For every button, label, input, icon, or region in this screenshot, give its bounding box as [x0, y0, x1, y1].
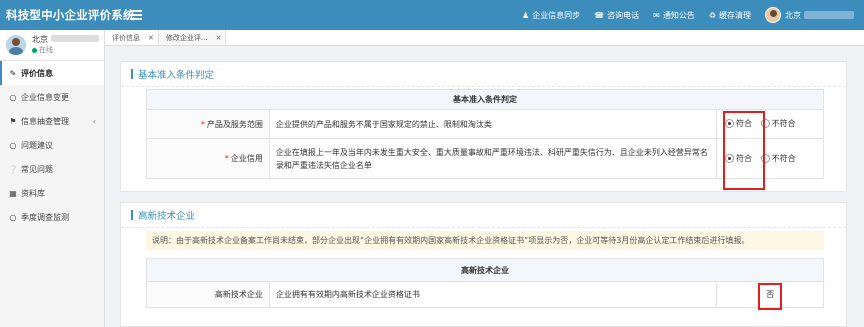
edit-icon: ✎: [9, 68, 17, 78]
tab-edit-company-evaluation[interactable]: 修改企业评... ✕: [158, 30, 227, 45]
app-title: 科技型中小企业评价系统: [6, 8, 135, 22]
chevron-left-icon: ‹: [92, 116, 96, 126]
close-icon[interactable]: ✕: [148, 34, 154, 42]
sidebar-item-label: 问题建议: [21, 140, 53, 150]
redacted-name: [804, 11, 854, 19]
top-header: 科技型中小企业评价系统 ♟ 企业信息同步 ☎ 咨询电话 ✉ 通知公告 ♻ 缓存清…: [0, 0, 864, 30]
notice-label: 通知公告: [662, 10, 695, 20]
avatar: [765, 7, 781, 23]
sidebar-item-label: 企业信息变更: [21, 92, 69, 102]
high-tech-value: 否: [716, 281, 824, 308]
tab-label: 评价信息: [112, 33, 140, 42]
sidebar-item-label: 评价信息: [21, 68, 53, 78]
sidebar-item-label: 资料库: [21, 188, 45, 198]
section-title: 基本准入条件判定: [138, 70, 215, 81]
user-name: 北京: [785, 10, 801, 20]
sidebar-item-label: 季度调查监测: [21, 212, 69, 222]
question-icon: ❔: [8, 164, 18, 174]
radio-unchecked-icon: [760, 119, 770, 128]
section-bar: [131, 210, 133, 220]
row-description: 企业在填报上一年及当年内未发生重大安全、重大质量事故和严重环境违法、科研严重失信…: [268, 138, 718, 179]
radio-label: 不符合: [771, 119, 796, 128]
section-title: 高新技术企业: [138, 211, 196, 222]
menu-toggle-icon[interactable]: [130, 10, 142, 20]
required-mark: *: [200, 119, 205, 129]
table-header: 高新技术企业: [146, 258, 824, 282]
top-nav: ♟ 企业信息同步 ☎ 咨询电话 ✉ 通知公告 ♻ 缓存清理 北京: [522, 0, 864, 30]
tab-evaluation-info[interactable]: 评价信息 ✕: [105, 30, 159, 45]
radio-label: 符合: [736, 119, 753, 128]
table-row: * 企业信用 企业在填报上一年及当年内未发生重大安全、重大质量事故和严重环境违法、…: [146, 138, 824, 179]
chat-icon: ○: [9, 140, 17, 150]
table-header: 基本准入条件判定: [146, 89, 824, 110]
table-row: * 产品及服务范围 企业提供的产品和服务不属于国家规定的禁止、限制和淘汰类 符合 …: [146, 109, 824, 139]
radio-checked-icon: [725, 153, 735, 163]
row-description: 企业拥有有效期内高新技术企业资格证书: [268, 281, 718, 308]
radio-not-comply[interactable]: 不符合: [760, 118, 796, 129]
section-bar: [131, 69, 133, 79]
sidebar-item-label: 常见问题: [21, 164, 53, 174]
notice-link[interactable]: ✉ 通知公告: [653, 10, 695, 21]
avatar: [6, 35, 26, 55]
sidebar-item-label: 信息抽查管理: [21, 116, 69, 126]
main-content: 基本准入条件判定 基本准入条件判定 * 产品及服务范围 企业提供的产品和服务不属于…: [105, 46, 864, 327]
sidebar: 北京 在线 ✎ 评价信息 ○ 企业信息变更 ⚑ 信息抽查管理 ‹ ○ 问题建议 …: [0, 30, 105, 327]
consult-phone-link[interactable]: ☎ 咨询电话: [594, 10, 639, 21]
basic-access-table: 基本准入条件判定 * 产品及服务范围 企业提供的产品和服务不属于国家规定的禁止、限…: [146, 89, 824, 179]
sidebar-item-quarterly-survey[interactable]: ○ 季度调查监测: [0, 205, 104, 229]
row-label: 产品及服务范围: [206, 119, 263, 129]
radio-label: 符合: [736, 153, 753, 163]
basic-access-section: 基本准入条件判定 基本准入条件判定 * 产品及服务范围 企业提供的产品和服务不属于…: [120, 61, 847, 192]
radio-checked-icon: [725, 119, 735, 128]
radio-not-comply[interactable]: 不符合: [760, 153, 796, 164]
high-tech-section: 高新技术企业 说明：由于高新技术企业备案工作尚未结束，部分企业出现“企业拥有有效…: [120, 202, 847, 327]
clear-cache-label: 缓存清理: [719, 10, 751, 20]
required-mark: *: [224, 154, 229, 163]
radio-label: 不符合: [771, 153, 796, 163]
radio-comply[interactable]: 符合: [725, 118, 752, 129]
notice-text: 说明：由于高新技术企业备案工作尚未结束，部分企业出现“企业拥有有效期内国家高新技…: [146, 231, 824, 250]
row-label: 高新技术企业: [146, 281, 270, 308]
folder-icon: ▦: [9, 188, 17, 198]
sidebar-user-name: 北京: [32, 35, 48, 44]
high-tech-table: 高新技术企业 高新技术企业 企业拥有有效期内高新技术企业资格证书 否: [146, 258, 824, 308]
user-menu[interactable]: 北京: [765, 7, 854, 23]
sidebar-item-spot-check[interactable]: ⚑ 信息抽查管理 ‹: [0, 109, 104, 133]
message-icon: ✉: [653, 10, 660, 20]
online-status: 在线: [39, 46, 53, 54]
user-panel: 北京 在线: [0, 30, 104, 61]
circle-icon: ○: [9, 92, 17, 102]
circle-icon: ○: [9, 212, 17, 222]
sidebar-item-suggestions[interactable]: ○ 问题建议: [0, 133, 104, 157]
tags-icon: ⚑: [9, 116, 17, 126]
row-description: 企业提供的产品和服务不属于国家规定的禁止、限制和淘汰类: [268, 109, 718, 139]
row-label: 企业信用: [230, 154, 263, 163]
sidebar-menu: ✎ 评价信息 ○ 企业信息变更 ⚑ 信息抽查管理 ‹ ○ 问题建议 ❔ 常见问题…: [0, 61, 104, 229]
sidebar-item-library[interactable]: ▦ 资料库: [0, 181, 104, 205]
sync-company-info-link[interactable]: ♟ 企业信息同步: [522, 10, 580, 21]
phone-icon: ☎: [594, 10, 605, 20]
tab-label: 修改企业评...: [165, 33, 208, 42]
tab-bar: 评价信息 ✕ 修改企业评... ✕: [105, 30, 864, 46]
radio-unchecked-icon: [760, 153, 770, 163]
user-icon: ♟: [521, 10, 530, 20]
sync-company-info-label: 企业信息同步: [532, 10, 581, 20]
consult-phone-label: 咨询电话: [607, 10, 640, 20]
recycle-icon: ♻: [708, 10, 716, 20]
sidebar-item-company-info-change[interactable]: ○ 企业信息变更: [0, 85, 104, 109]
radio-comply[interactable]: 符合: [725, 153, 752, 164]
table-row: 高新技术企业 企业拥有有效期内高新技术企业资格证书 否: [146, 281, 824, 308]
online-dot-icon: [32, 47, 37, 53]
close-icon[interactable]: ✕: [216, 34, 222, 42]
sidebar-item-faq[interactable]: ❔ 常见问题: [0, 157, 104, 181]
sidebar-item-evaluation-info[interactable]: ✎ 评价信息: [0, 61, 104, 85]
redacted-name: [51, 35, 99, 42]
clear-cache-link[interactable]: ♻ 缓存清理: [709, 10, 751, 21]
